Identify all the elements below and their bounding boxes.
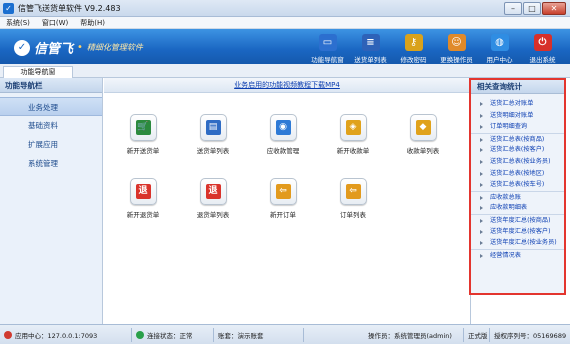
sidebar: 功能导航栏 业务处理 基础资料 扩展应用 系统管理 xyxy=(0,78,103,324)
return-list-icon: 退 xyxy=(199,178,227,205)
user-icon: ☺ xyxy=(447,34,466,51)
tab-strip: 功能导航窗 xyxy=(0,64,570,78)
receipt-icon: ◈ xyxy=(339,114,367,141)
launcher-label: 收款单列表 xyxy=(406,147,440,155)
launcher-label: 应收款管理 xyxy=(266,147,300,155)
menu-help[interactable]: 帮助(H) xyxy=(74,17,111,28)
query-link[interactable]: 应收款明细表 xyxy=(471,202,564,214)
cart-icon: 🛒 xyxy=(129,114,157,141)
video-tutorial-link[interactable]: 业务启用的功能视频教程下载MP4 xyxy=(234,81,340,89)
app-icon: ✓ xyxy=(3,3,14,14)
launcher-item-0[interactable]: 🛒 新开送货单 xyxy=(120,114,166,155)
globe-icon: ◍ xyxy=(490,34,509,51)
launcher-item-6[interactable]: 退退货单列表 xyxy=(190,178,236,219)
menu-window[interactable]: 窗口(W) xyxy=(36,17,74,28)
status-edition: 正式版 xyxy=(464,327,490,342)
tab-navigation[interactable]: 功能导航窗 xyxy=(3,66,73,78)
status-serial: 授权序列号：05169689 xyxy=(494,331,567,340)
launcher-label: 退货单列表 xyxy=(196,211,230,219)
menu-bar: 系统(S) 窗口(W) 帮助(H) xyxy=(0,17,570,29)
list-icon: ≡ xyxy=(361,34,380,51)
sidebar-item-business[interactable]: 业务处理 xyxy=(0,97,102,116)
close-button[interactable]: ✕ xyxy=(542,2,566,15)
header-banner: ✓ 信管飞 • 精细化管理软件 ▭ 功能导航窗 ≡ 送货单列表 ⚷ 修改密码 ☺ 更换操作员 ◍… xyxy=(0,29,570,64)
query-link[interactable]: 送货年度汇总(按客户) xyxy=(471,226,564,238)
query-link[interactable]: 送货汇总表(按客户) xyxy=(471,144,564,156)
launcher-item-4[interactable]: ◆ 收款单列表 xyxy=(400,114,446,155)
query-link[interactable]: 订单明细查询 xyxy=(471,121,564,133)
app-center-icon xyxy=(4,330,12,339)
toolbar-button-2[interactable]: ⚷ 修改密码 xyxy=(392,31,435,64)
order-icon: ⇦ xyxy=(269,178,297,205)
receivable-icon: ◉ xyxy=(269,114,297,141)
query-link[interactable]: 送货明细对账单 xyxy=(471,110,564,122)
sidebar-item-basic-data[interactable]: 基础资料 xyxy=(0,116,102,135)
query-link[interactable]: 送货年度汇总(按业务员) xyxy=(471,237,564,249)
toolbar-label: 修改密码 xyxy=(400,56,427,64)
launcher-label: 送货单列表 xyxy=(196,147,230,155)
launcher-item-1[interactable]: ▤ 送货单列表 xyxy=(190,114,236,155)
toolbar-button-3[interactable]: ☺ 更换操作员 xyxy=(435,31,478,64)
query-link[interactable]: 送货年度汇总(按商品) xyxy=(471,213,564,226)
query-link[interactable]: 送货汇总表(按商品) xyxy=(471,132,564,145)
logo: ✓ 信管飞 • 精细化管理软件 xyxy=(14,38,143,57)
launcher-item-5[interactable]: 退新开退货单 xyxy=(120,178,166,219)
toolbar-label: 送货单列表 xyxy=(354,56,387,64)
return-icon: 退 xyxy=(129,178,157,205)
launcher-label: 新开收款单 xyxy=(336,147,370,155)
launcher-item-8[interactable]: ⇦ 订单列表 xyxy=(330,178,376,219)
order-list-icon: ⇦ xyxy=(339,178,367,205)
launcher-label: 新开订单 xyxy=(270,211,296,219)
status-account-set: 账套：演示账套 xyxy=(214,327,304,342)
query-link[interactable]: 应收款总账 xyxy=(471,190,564,203)
toolbar-label: 更换操作员 xyxy=(440,56,473,64)
power-icon: ⏻ xyxy=(533,34,552,51)
toolbar-label: 功能导航窗 xyxy=(311,56,344,64)
status-connection: 连接状态：正常 xyxy=(132,327,214,342)
query-link[interactable]: 送货汇总表(按地区) xyxy=(471,168,564,180)
toolbar-label: 退出系统 xyxy=(529,56,556,64)
sidebar-header: 功能导航栏 xyxy=(0,78,102,93)
maximize-button[interactable]: □ xyxy=(523,2,541,15)
query-link[interactable]: 送货汇总表(按业务员) xyxy=(471,156,564,168)
status-bar: 应用中心：127.0.0.1:7093 连接状态：正常 账套：演示账套 操作员：… xyxy=(0,324,570,344)
monitor-icon: ▭ xyxy=(318,34,337,51)
status-app-center: 应用中心：127.0.0.1:7093 xyxy=(0,327,132,342)
query-link[interactable]: 经营情况表 xyxy=(471,248,564,261)
toolbar-button-1[interactable]: ≡ 送货单列表 xyxy=(349,31,392,64)
launcher-label: 新开送货单 xyxy=(126,147,160,155)
toolbar-button-0[interactable]: ▭ 功能导航窗 xyxy=(306,31,349,64)
main-toolbar: ▭ 功能导航窗 ≡ 送货单列表 ⚷ 修改密码 ☺ 更换操作员 ◍ 用户中心 ⏻ 退出系统 xyxy=(306,31,564,64)
connected-icon xyxy=(136,330,144,339)
toolbar-label: 用户中心 xyxy=(486,56,513,64)
launcher-item-3[interactable]: ◈ 新开收款单 xyxy=(330,114,376,155)
sidebar-item-system[interactable]: 系统管理 xyxy=(0,154,102,173)
key-lock-icon: ⚷ xyxy=(404,34,423,51)
query-link[interactable]: 送货汇总表(按车号) xyxy=(471,179,564,191)
title-bar: ✓ 信管飞送货单软件 V9.2.483 – □ ✕ xyxy=(0,0,570,17)
window-controls: – □ ✕ xyxy=(504,2,566,15)
launcher-label: 新开退货单 xyxy=(126,211,160,219)
launcher-item-7[interactable]: ⇦ 新开订单 xyxy=(260,178,306,219)
minimize-button[interactable]: – xyxy=(504,2,522,15)
related-queries-header: 相关查询统计 xyxy=(471,80,564,94)
brand-slogan: 精细化管理软件 xyxy=(86,43,143,52)
launcher-item-2[interactable]: ◉ 应收款管理 xyxy=(260,114,306,155)
main-header: 业务启用的功能视频教程下载MP4 xyxy=(104,78,470,93)
window-title: 信管飞送货单软件 V9.2.483 xyxy=(18,4,121,13)
main-panel: 业务启用的功能视频教程下载MP4 🛒 新开送货单 ▤ 送货单列表 ◉ 应收款管理 ◈ 新开收款… xyxy=(104,78,470,324)
document-list-icon: ▤ xyxy=(199,114,227,141)
related-queries-panel: 相关查询统计 送货汇总对账单 送货明细对账单 订单明细查询 送货汇总表(按商品) 送货汇… xyxy=(469,78,566,295)
sidebar-item-extensions[interactable]: 扩展应用 xyxy=(0,135,102,154)
menu-system[interactable]: 系统(S) xyxy=(0,17,36,28)
launcher-label: 订单列表 xyxy=(340,211,366,219)
brand-name: 信管飞 xyxy=(34,42,74,57)
receipt-list-icon: ◆ xyxy=(409,114,437,141)
logo-icon: ✓ xyxy=(14,39,30,56)
toolbar-button-4[interactable]: ◍ 用户中心 xyxy=(478,31,521,64)
toolbar-button-5[interactable]: ⏻ 退出系统 xyxy=(521,31,564,64)
status-operator: 操作员：系统管理员(admin) xyxy=(364,327,464,342)
query-link[interactable]: 送货汇总对账单 xyxy=(471,98,564,110)
